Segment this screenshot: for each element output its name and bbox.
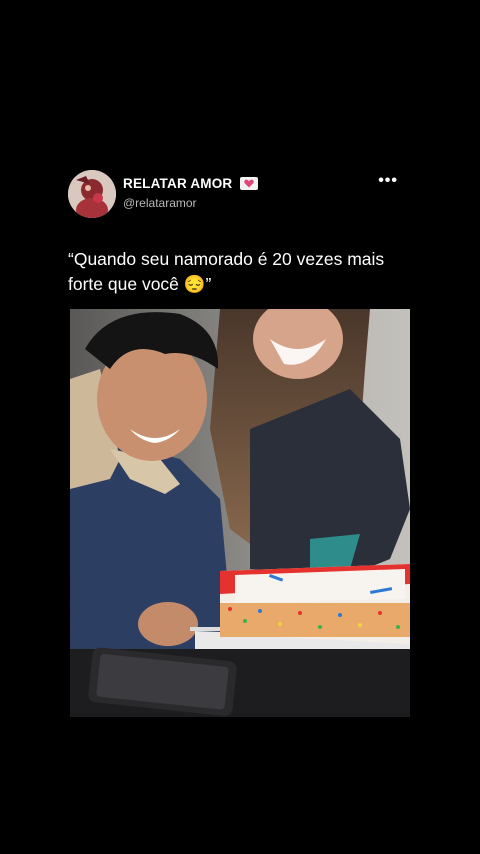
- handle[interactable]: @relataramor: [123, 196, 197, 210]
- video-scene: [70, 309, 410, 717]
- display-name[interactable]: RELATAR AMOR: [123, 176, 232, 191]
- post-header: RELATAR AMOR @relataramor •••: [68, 170, 398, 220]
- more-options-icon[interactable]: •••: [378, 172, 398, 190]
- post-caption: “Quando seu namorado é 20 vezes mais for…: [68, 249, 385, 294]
- heart-icon: [240, 177, 259, 190]
- name-row: RELATAR AMOR: [123, 176, 259, 191]
- avatar[interactable]: [68, 170, 116, 218]
- video-frame[interactable]: [70, 309, 410, 717]
